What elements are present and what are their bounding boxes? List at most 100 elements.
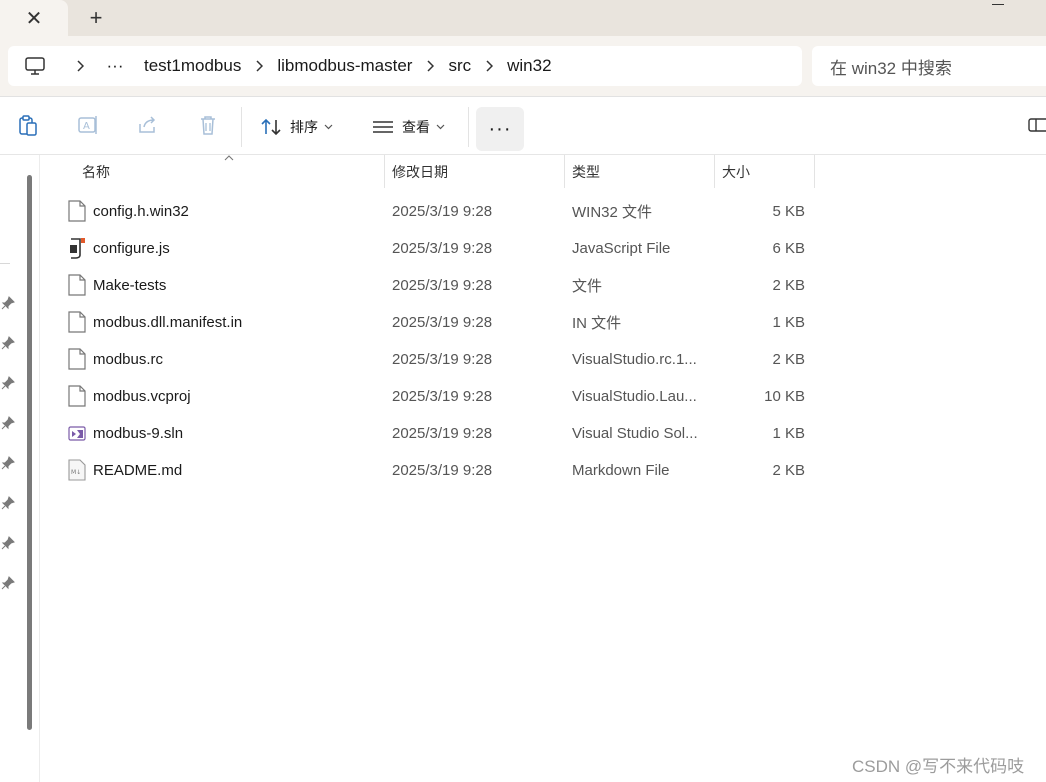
delete-icon[interactable] — [196, 113, 220, 137]
file-date: 2025/3/19 9:28 — [392, 314, 493, 331]
file-type: Markdown File — [572, 462, 670, 479]
paste-icon[interactable] — [16, 113, 40, 137]
file-size: 6 KB — [772, 240, 805, 257]
column-header-size[interactable]: 大小 — [722, 155, 812, 188]
file-size: 2 KB — [772, 351, 805, 368]
file-size: 5 KB — [772, 203, 805, 220]
script-file-icon — [68, 237, 86, 259]
file-date: 2025/3/19 9:28 — [392, 203, 493, 220]
close-tab-button[interactable]: ✕ — [0, 0, 68, 36]
sort-button[interactable]: 排序 — [260, 107, 333, 147]
pin-icon[interactable] — [1, 456, 15, 470]
command-bar: A 排序 查看 ··· — [0, 96, 1046, 155]
column-headers: 名称 修改日期 类型 大小 — [40, 155, 1046, 188]
markdown-file-icon: M↓ — [68, 459, 86, 481]
file-icon — [68, 274, 86, 296]
pin-icon[interactable] — [1, 376, 15, 390]
pin-icon[interactable] — [1, 576, 15, 590]
file-type: Visual Studio Sol... — [572, 425, 698, 442]
more-options-button[interactable]: ··· — [476, 107, 524, 151]
view-button[interactable]: 查看 — [372, 107, 445, 147]
more-icon: ··· — [488, 117, 512, 140]
file-icon — [68, 385, 86, 407]
file-size: 2 KB — [772, 277, 805, 294]
pin-icon[interactable] — [1, 416, 15, 430]
column-divider[interactable] — [714, 155, 715, 188]
search-placeholder: 在 win32 中搜索 — [830, 58, 952, 78]
breadcrumb-win32[interactable]: win32 — [507, 56, 551, 76]
breadcrumb-overflow[interactable]: ··· — [98, 56, 132, 76]
chevron-right-icon[interactable] — [62, 60, 98, 72]
watermark: CSDN @写不来代码吱 — [852, 757, 1025, 776]
svg-text:A: A — [83, 121, 90, 132]
file-size: 2 KB — [772, 462, 805, 479]
sort-icon — [261, 118, 281, 136]
pin-icon[interactable] — [1, 536, 15, 550]
pin-icon[interactable] — [1, 496, 15, 510]
file-name: configure.js — [93, 240, 170, 257]
file-list: config.h.win32 2025/3/19 9:28 WIN32 文件 5 KB… — [40, 193, 1046, 489]
file-row[interactable]: modbus.vcproj 2025/3/19 9:28 VisualStudio.… — [40, 378, 1046, 415]
file-row[interactable]: configure.js 2025/3/19 9:28 JavaScript Fil… — [40, 230, 1046, 267]
file-name: config.h.win32 — [93, 203, 189, 220]
pin-icon[interactable] — [1, 296, 15, 310]
column-divider[interactable] — [384, 155, 385, 188]
file-date: 2025/3/19 9:28 — [392, 388, 493, 405]
file-type: IN 文件 — [572, 315, 622, 332]
file-type: JavaScript File — [572, 240, 671, 257]
visual-studio-solution-icon — [68, 422, 86, 444]
new-tab-button[interactable]: + — [82, 4, 110, 32]
file-icon — [68, 311, 86, 333]
file-name: modbus.rc — [93, 351, 164, 368]
column-header-name[interactable]: 名称 — [82, 155, 382, 188]
chevron-down-icon — [324, 124, 333, 130]
file-row[interactable]: modbus-9.sln 2025/3/19 9:28 Visual Studio … — [40, 415, 1046, 452]
chevron-right-icon[interactable] — [471, 60, 507, 72]
file-row[interactable]: Make-tests 2025/3/19 9:28 文件 2 KB — [40, 267, 1046, 304]
this-pc-icon[interactable] — [8, 57, 62, 75]
file-size: 1 KB — [772, 314, 805, 331]
column-divider[interactable] — [564, 155, 565, 188]
file-date: 2025/3/19 9:28 — [392, 462, 493, 479]
address-row: ··· test1modbus libmodbus-master src win… — [0, 36, 1046, 96]
file-date: 2025/3/19 9:28 — [392, 277, 493, 294]
column-header-type[interactable]: 类型 — [572, 155, 712, 188]
tab-strip: ✕ + — [0, 0, 1046, 36]
file-date: 2025/3/19 9:28 — [392, 351, 493, 368]
file-name: modbus.dll.manifest.in — [93, 314, 243, 331]
file-icon — [68, 200, 86, 222]
file-row[interactable]: M↓ README.md 2025/3/19 9:28 Markdown File 2 … — [40, 452, 1046, 489]
file-row[interactable]: modbus.rc 2025/3/19 9:28 VisualStudio.rc.1… — [40, 341, 1046, 378]
breadcrumb-src[interactable]: src — [448, 56, 471, 76]
plus-icon: + — [89, 5, 103, 30]
file-type: VisualStudio.Lau... — [572, 388, 697, 405]
minimize-button[interactable] — [992, 4, 1004, 5]
details-pane-icon[interactable] — [1026, 113, 1046, 137]
svg-text:M↓: M↓ — [71, 469, 81, 476]
search-input[interactable]: 在 win32 中搜索 — [812, 46, 1046, 86]
view-icon — [373, 121, 393, 133]
file-row[interactable]: config.h.win32 2025/3/19 9:28 WIN32 文件 5 KB — [40, 193, 1046, 230]
column-divider[interactable] — [814, 155, 815, 188]
file-date: 2025/3/19 9:28 — [392, 240, 493, 257]
file-type: 文件 — [572, 278, 603, 295]
chevron-right-icon[interactable] — [241, 60, 277, 72]
file-size: 10 KB — [764, 388, 805, 405]
chevron-down-icon — [436, 124, 445, 130]
breadcrumb-libmodbus-master[interactable]: libmodbus-master — [277, 56, 412, 76]
file-size: 1 KB — [772, 425, 805, 442]
file-name: README.md — [93, 462, 183, 479]
navigation-divider — [0, 263, 10, 264]
file-row[interactable]: modbus.dll.manifest.in 2025/3/19 9:28 IN 文… — [40, 304, 1046, 341]
column-header-date[interactable]: 修改日期 — [392, 155, 562, 188]
chevron-right-icon[interactable] — [412, 60, 448, 72]
rename-icon[interactable]: A — [76, 113, 100, 137]
address-bar[interactable]: ··· test1modbus libmodbus-master src win… — [8, 46, 802, 86]
navigation-scrollbar[interactable] — [27, 175, 32, 730]
file-name: modbus-9.sln — [93, 425, 184, 442]
view-label: 查看 — [402, 119, 430, 135]
share-icon[interactable] — [136, 113, 160, 137]
file-date: 2025/3/19 9:28 — [392, 425, 493, 442]
pin-icon[interactable] — [1, 336, 15, 350]
breadcrumb-test1modbus[interactable]: test1modbus — [144, 56, 241, 76]
